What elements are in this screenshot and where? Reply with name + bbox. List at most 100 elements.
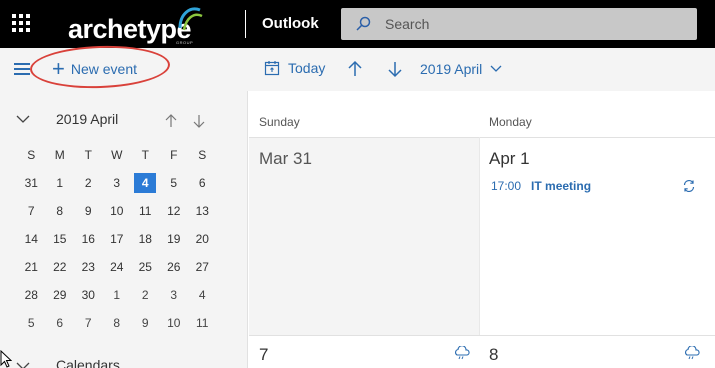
- date-label: 7: [259, 345, 269, 364]
- mini-day[interactable]: 14: [17, 229, 46, 249]
- mini-week-row: 7 8 9 10 11 12 13: [17, 201, 217, 229]
- weekday-label: M: [54, 148, 65, 162]
- mini-day[interactable]: 28: [17, 285, 46, 305]
- weekday-label: F: [170, 148, 178, 162]
- mini-day[interactable]: 3: [160, 285, 189, 305]
- mini-week-row: 31 1 2 3 4 5 6: [17, 173, 217, 201]
- mini-day[interactable]: 6: [46, 313, 75, 333]
- today-label: Today: [288, 60, 326, 76]
- search-placeholder: Search: [385, 16, 430, 32]
- new-event-button[interactable]: + New event: [52, 58, 137, 80]
- mini-day[interactable]: 1: [46, 173, 75, 193]
- mini-day[interactable]: 10: [103, 201, 132, 221]
- mini-week-row: 21 22 23 24 25 26 27: [17, 257, 217, 285]
- mini-day[interactable]: 4: [188, 285, 217, 305]
- column-divider: [479, 137, 480, 368]
- calendar-today-icon: [264, 61, 280, 76]
- search-input[interactable]: Search: [341, 8, 697, 40]
- weekday-label: S: [198, 148, 207, 162]
- mini-day[interactable]: 22: [46, 257, 75, 277]
- top-bar: archetype GROUP Outlook Search: [0, 0, 715, 48]
- mini-day-today[interactable]: 4: [134, 173, 157, 193]
- mini-day[interactable]: 5: [17, 313, 46, 333]
- mini-day[interactable]: 29: [46, 285, 75, 305]
- mini-day[interactable]: 8: [46, 201, 75, 221]
- mini-day[interactable]: 15: [46, 229, 75, 249]
- mini-weekday-row: S M T W T F S: [17, 145, 217, 173]
- week-row-2[interactable]: [249, 335, 715, 368]
- app-name[interactable]: Outlook: [262, 15, 319, 32]
- calendars-section-label[interactable]: Calendars: [56, 357, 120, 368]
- mini-day[interactable]: 31: [17, 173, 46, 193]
- mini-day[interactable]: 6: [188, 173, 217, 193]
- mini-calendar-title: 2019 April: [56, 111, 119, 127]
- recurring-icon: [683, 179, 695, 193]
- mini-day[interactable]: 2: [74, 173, 103, 193]
- app-launcher-icon[interactable]: [12, 14, 30, 32]
- mini-day[interactable]: 17: [103, 229, 132, 249]
- mouse-cursor-icon: [0, 350, 12, 368]
- mini-week-row: 5 6 7 8 9 10 11: [17, 313, 217, 341]
- weekday-label: W: [111, 148, 123, 162]
- mini-day[interactable]: 11: [131, 201, 160, 221]
- mini-day[interactable]: 7: [74, 313, 103, 333]
- mini-day[interactable]: 2: [131, 285, 160, 305]
- month-picker-button[interactable]: 2019 April: [420, 61, 502, 77]
- mini-prev-month-icon[interactable]: [164, 113, 178, 129]
- command-bar: + New event Today 2019 April: [0, 48, 715, 91]
- logo-subtext: GROUP: [176, 40, 194, 45]
- day-header-label: Sunday: [259, 115, 300, 129]
- archetype-logo: archetype GROUP: [68, 4, 218, 46]
- previous-period-icon[interactable]: [346, 59, 364, 79]
- mini-day[interactable]: 26: [160, 257, 189, 277]
- mini-day[interactable]: 18: [131, 229, 160, 249]
- mini-day[interactable]: 25: [131, 257, 160, 277]
- weekday-label: S: [27, 148, 36, 162]
- today-button[interactable]: Today: [264, 60, 325, 76]
- mini-day[interactable]: 16: [74, 229, 103, 249]
- mini-day[interactable]: 23: [74, 257, 103, 277]
- calendars-chevron-icon[interactable]: [16, 362, 30, 368]
- month-picker-label: 2019 April: [420, 61, 483, 77]
- calendar-event[interactable]: 17:00 IT meeting: [491, 179, 701, 193]
- weather-cloud-icon: [455, 346, 470, 360]
- hamburger-menu-icon[interactable]: [14, 63, 30, 75]
- event-title: IT meeting: [531, 179, 592, 193]
- day-header-monday: Monday: [479, 91, 709, 137]
- plus-icon: +: [52, 56, 65, 81]
- mini-day[interactable]: 12: [160, 201, 189, 221]
- mini-day[interactable]: 13: [188, 201, 217, 221]
- mini-day[interactable]: 5: [160, 173, 189, 193]
- chevron-down-icon: [490, 65, 502, 72]
- mini-day[interactable]: 30: [74, 285, 103, 305]
- mini-next-month-icon[interactable]: [192, 113, 206, 129]
- logo-text: archetype: [68, 14, 192, 44]
- mini-day[interactable]: 8: [103, 313, 132, 333]
- mini-week-row: 28 29 30 1 2 3 4: [17, 285, 217, 313]
- date-label: 8: [489, 345, 499, 364]
- mini-day[interactable]: 24: [103, 257, 132, 277]
- mini-day[interactable]: 11: [188, 313, 217, 333]
- mini-day[interactable]: 20: [188, 229, 217, 249]
- mini-day[interactable]: 9: [131, 313, 160, 333]
- mini-day[interactable]: 7: [17, 201, 46, 221]
- mini-day[interactable]: 27: [188, 257, 217, 277]
- topbar-divider: [245, 10, 246, 38]
- mini-day[interactable]: 3: [103, 173, 132, 193]
- search-icon: [356, 16, 371, 31]
- mini-day[interactable]: 19: [160, 229, 189, 249]
- date-label: Apr 1: [489, 149, 530, 168]
- mini-day[interactable]: 10: [160, 313, 189, 333]
- left-panel: 2019 April S M T W T F S 31 1 2 3 4 5 6: [0, 91, 248, 368]
- day-header-sunday: Sunday: [249, 91, 479, 137]
- mini-day[interactable]: 21: [17, 257, 46, 277]
- next-period-icon[interactable]: [386, 59, 404, 79]
- event-time: 17:00: [491, 179, 522, 193]
- collapse-chevron-icon[interactable]: [16, 115, 30, 124]
- mini-day[interactable]: 9: [74, 201, 103, 221]
- calendar-month-view: Sunday Monday Mar 31 Apr 1 17:00 IT meet…: [249, 91, 715, 368]
- mini-week-row: 14 15 16 17 18 19 20: [17, 229, 217, 257]
- new-event-label: New event: [70, 61, 138, 77]
- weekday-label: T: [84, 148, 92, 162]
- mini-day[interactable]: 1: [103, 285, 132, 305]
